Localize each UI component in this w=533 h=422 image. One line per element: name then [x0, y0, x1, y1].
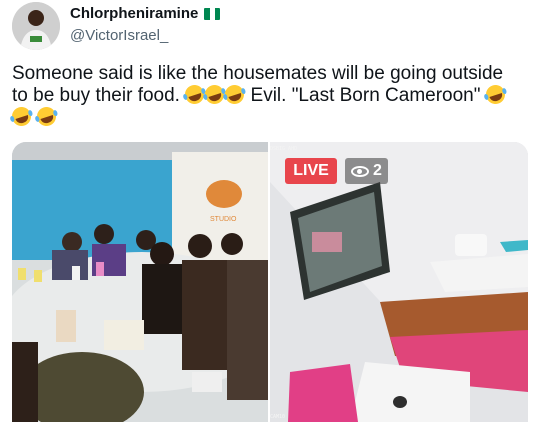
housemates-table-photo: STUDIO	[12, 142, 282, 422]
camera-overlay-top-text: DSBIG AHD	[270, 146, 297, 152]
live-camera-photo: DSBIG AHD CAM10	[270, 142, 528, 422]
rofl-emoji-icon	[34, 104, 59, 129]
tweet-media[interactable]: STUDIO DSBIG AHD CAM10 LIVE 2	[12, 142, 528, 422]
tweet-text-part-2: Evil. "Last Born Cameroon"	[250, 85, 481, 106]
viewer-count: 2	[373, 162, 382, 179]
eye-icon	[351, 165, 369, 177]
avatar-photo	[12, 2, 60, 50]
avatar[interactable]	[12, 2, 60, 50]
tweet-card[interactable]: Chlorpheniramine @VictorIsrael_ Someone …	[0, 0, 533, 422]
viewer-count-badge: 2	[345, 158, 388, 184]
live-badge: LIVE	[285, 158, 337, 184]
author-handle[interactable]: @VictorIsrael_	[70, 27, 168, 44]
rofl-emoji-icon	[483, 82, 508, 107]
rofl-emoji-icon	[222, 82, 247, 107]
media-image-right[interactable]: DSBIG AHD CAM10 LIVE 2	[270, 142, 528, 422]
camera-overlay-bottom-text: CAM10	[270, 414, 285, 420]
media-image-left[interactable]: STUDIO	[12, 142, 282, 422]
rofl-emoji-icon	[9, 104, 34, 129]
author-display-name[interactable]: Chlorpheniramine	[70, 5, 198, 22]
nigeria-flag-icon	[204, 7, 221, 20]
studio-sign-text: STUDIO	[210, 216, 237, 223]
tweet-text: Someone said is like the housemates will…	[9, 63, 524, 129]
